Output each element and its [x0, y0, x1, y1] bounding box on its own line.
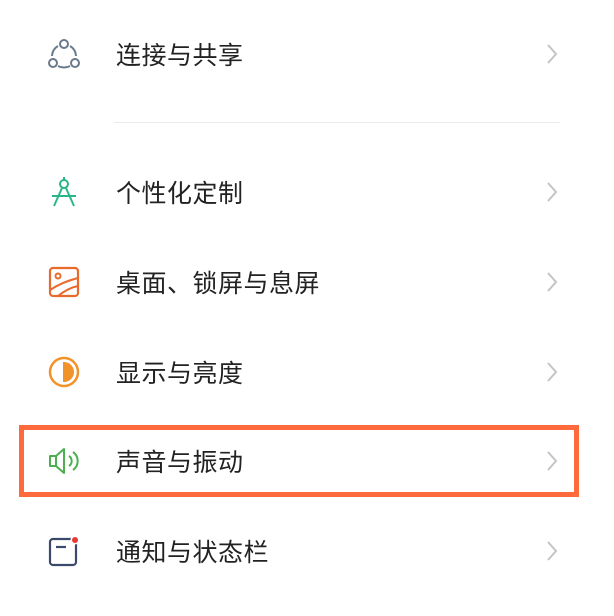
chevron-right-icon: [547, 272, 558, 292]
connect-share-icon: [44, 34, 84, 74]
compass-icon: [44, 172, 84, 212]
chevron-right-icon: [547, 451, 558, 471]
settings-item-label: 个性化定制: [116, 179, 244, 208]
notification-icon: [44, 531, 84, 571]
settings-item-connect-share[interactable]: 连接与共享: [0, 14, 614, 94]
chevron-right-icon: [547, 362, 558, 382]
settings-item-label: 通知与状态栏: [116, 538, 270, 567]
chevron-right-icon: [547, 541, 558, 561]
speaker-icon: [44, 441, 84, 481]
settings-item-display-brightness[interactable]: 显示与亮度: [0, 332, 614, 412]
chevron-right-icon: [547, 182, 558, 202]
settings-item-sound-vibration[interactable]: 声音与振动: [0, 421, 614, 501]
settings-item-desktop-lockscreen[interactable]: 桌面、锁屏与息屏: [0, 242, 614, 322]
section-divider: [114, 122, 560, 123]
settings-item-label: 桌面、锁屏与息屏: [116, 269, 321, 298]
settings-item-label: 显示与亮度: [116, 359, 244, 388]
settings-item-label: 连接与共享: [116, 41, 244, 70]
settings-item-label: 声音与振动: [116, 448, 244, 477]
chevron-right-icon: [547, 44, 558, 64]
settings-item-personalization[interactable]: 个性化定制: [0, 152, 614, 232]
brightness-icon: [44, 352, 84, 392]
wallpaper-icon: [44, 262, 84, 302]
settings-item-notification-statusbar[interactable]: 通知与状态栏: [0, 511, 614, 591]
